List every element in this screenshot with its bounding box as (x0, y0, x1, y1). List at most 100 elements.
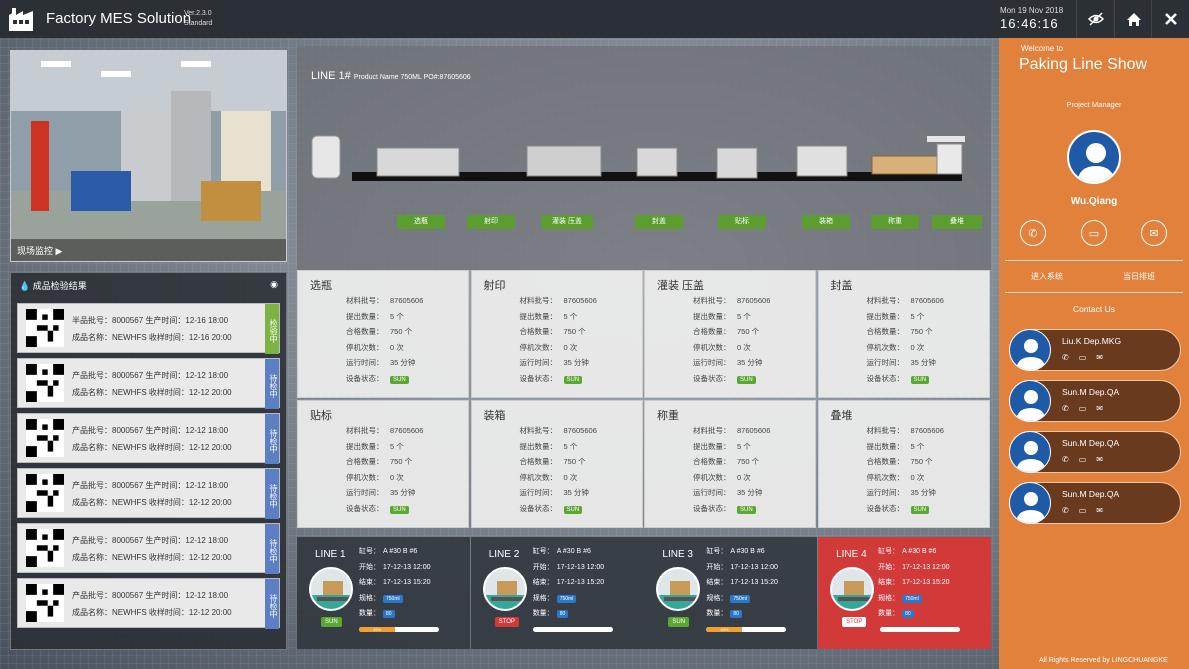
divider (1005, 260, 1183, 261)
close-button[interactable] (1151, 0, 1189, 38)
station-key: 运行时间： (346, 358, 384, 367)
stage-button[interactable]: 装箱 (802, 215, 850, 229)
station-row: 合格数量： 750 个 (346, 326, 412, 337)
line-key: 开始： (706, 563, 728, 571)
stage-button[interactable]: 封盖 (635, 215, 683, 229)
phone-icon[interactable]: ✆ (1062, 506, 1069, 515)
contact-card[interactable]: Liu.K Dep.MKG ✆ ▭ ✉ (1009, 329, 1181, 371)
station-key: 设备状态： (693, 503, 731, 513)
stage-button[interactable]: 灌装 压盖 (541, 215, 593, 229)
station-key: 设备状态： (519, 503, 558, 513)
mail-button[interactable]: ✉ (1141, 220, 1167, 246)
daily-schedule-link[interactable]: 当日排班 (1123, 271, 1155, 282)
line-key: 缸号： (359, 548, 380, 555)
station-row: 合格数量： 750 个 (520, 326, 586, 337)
line-row: 开始： 17-12-13 12:00 (706, 562, 777, 572)
station-value: 0 次 (390, 472, 404, 482)
stage-button[interactable]: 贴标 (718, 215, 766, 229)
inspection-card[interactable]: 半品批号：8000567 生产时间：12-16 18:00 成品名称：NEWHF… (17, 303, 280, 354)
home-button[interactable] (1114, 0, 1152, 38)
station-key: 材料批号： (346, 296, 384, 305)
phone-icon[interactable]: ✆ (1062, 455, 1069, 464)
site-monitor-video[interactable]: 现场监控 ▶ (10, 50, 287, 262)
contact-card[interactable]: Sun.M Dep.QA ✆ ▭ ✉ (1009, 482, 1181, 524)
chat-icon: ▭ (1088, 227, 1100, 240)
line1-name: LINE 1# (311, 70, 351, 82)
call-button[interactable]: ✆ (1020, 220, 1046, 246)
mail-icon[interactable]: ✉ (1096, 506, 1103, 515)
status-badge: SUN (390, 375, 409, 384)
progress-fill: 45% (706, 627, 743, 632)
right-panel: Welcome to Paking Line Show Project Mana… (999, 38, 1189, 669)
chat-button[interactable]: ▭ (1081, 220, 1107, 246)
line-name: LINE 1 (315, 549, 346, 560)
date-text: Mon 19 Nov 2018 (1000, 6, 1064, 15)
mail-icon[interactable]: ✉ (1096, 404, 1103, 413)
station-key: 材料批号： (346, 426, 384, 435)
station-card[interactable]: 选瓶 材料批号： 87605606 提出数量： 5 个合格数量： 750 个停机次数： 0 … (297, 270, 469, 398)
station-card[interactable]: 称重 材料批号： 87605606 提出数量： 5 个合格数量： 750 个停机次数： 0 … (644, 400, 816, 528)
station-value: 35 分钟 (910, 358, 936, 367)
line-value: 17-12-13 15:20 (902, 579, 950, 586)
stage-button[interactable]: 射印 (467, 215, 515, 229)
inspection-card[interactable]: 产品批号：8000567 生产时间：12-12 18:00 成品名称：NEWHF… (17, 468, 280, 519)
station-name: 灌装 压盖 (657, 280, 705, 292)
phone-icon: ✆ (1028, 227, 1038, 240)
station-name: 叠堆 (830, 410, 853, 422)
phone-icon[interactable]: ✆ (1062, 404, 1069, 413)
station-value: 35 分钟 (563, 488, 589, 497)
card-line-2: 成品名称：NEWHFS 收样时间：12-12 20:00 (72, 388, 232, 397)
line-pill: 80 (902, 610, 914, 618)
station-value: 5 个 (737, 311, 751, 321)
line-key: 规格： (359, 594, 380, 602)
station-row: 停机次数： 0 次 (867, 342, 925, 353)
mail-icon[interactable]: ✉ (1096, 455, 1103, 464)
station-key: 运行时间： (866, 358, 905, 367)
chat-icon[interactable]: ▭ (1079, 506, 1087, 515)
line-card[interactable]: LINE 1 SUN 缸号： A #30 B #6 开始： 17-12-13 12:00… (297, 537, 470, 649)
line-card[interactable]: LINE 4 STOP 缸号： A #30 B #6 开始： 17-12-13 12:0… (818, 537, 992, 649)
line-key: 缸号： (532, 548, 554, 555)
station-card[interactable]: 射印 材料批号： 87605606 提出数量： 5 个合格数量： 750 个停机次数： 0 … (470, 270, 643, 398)
stage-button[interactable]: 选瓶 (397, 215, 445, 229)
chat-icon[interactable]: ▭ (1079, 455, 1087, 464)
line-card[interactable]: LINE 3 SUN 缸号： A #30 B #6 开始： 17-12-13 12:00… (644, 537, 818, 649)
enter-system-link[interactable]: 进入系统 (1031, 271, 1063, 282)
chat-icon[interactable]: ▭ (1079, 404, 1087, 413)
station-value: 87605606 (737, 296, 771, 305)
contact-card[interactable]: Sun.M Dep.QA ✆ ▭ ✉ (1009, 431, 1181, 473)
inspection-card[interactable]: 产品批号：8000567 生产时间：12-12 18:00 成品名称：NEWHF… (17, 413, 280, 464)
visibility-eye-icon[interactable]: ◉ (270, 279, 278, 289)
status-badge: SUN (737, 505, 756, 514)
station-key: 合格数量： (519, 327, 558, 336)
chat-icon[interactable]: ▭ (1079, 353, 1087, 362)
station-card[interactable]: 叠堆 材料批号： 87605606 提出数量： 5 个合格数量： 750 个停机次数： 0 … (817, 400, 990, 528)
inspection-card[interactable]: 产品批号：8000567 生产时间：12-12 18:00 成品名称：NEWHF… (17, 523, 280, 574)
station-row: 设备状态： SUN (693, 373, 756, 384)
station-card[interactable]: 贴标 材料批号： 87605606 提出数量： 5 个合格数量： 750 个停机次数： 0 … (297, 400, 469, 528)
footer-text: All Rights Reserved by LINGCHUANGKE (1039, 657, 1168, 664)
station-card[interactable]: 灌装 压盖 材料批号： 87605606 提出数量： 5 个合格数量： 750 个停机次数… (644, 270, 816, 398)
line-card[interactable]: LINE 2 STOP 缸号： A #30 B #6 开始： 17-12-13 12:0… (470, 537, 644, 649)
station-key: 合格数量： (346, 457, 384, 466)
station-row: 运行时间： 35 分钟 (346, 487, 415, 498)
stage-button[interactable]: 称重 (871, 215, 919, 229)
eye-button[interactable] (1076, 0, 1114, 38)
phone-icon[interactable]: ✆ (1062, 353, 1069, 362)
status-tag: 检验中 (265, 304, 279, 354)
inspection-card[interactable]: 产品批号：8000567 生产时间：12-12 18:00 成品名称：NEWHF… (17, 578, 280, 629)
line-key: 数量： (878, 610, 900, 617)
station-card[interactable]: 装箱 材料批号： 87605606 提出数量： 5 个合格数量： 750 个停机次数： 0 … (470, 400, 643, 528)
stage-button[interactable]: 叠堆 (932, 215, 982, 229)
inspection-card[interactable]: 产品批号：8000567 生产时间：12-12 18:00 成品名称：NEWHF… (17, 358, 280, 409)
line-row: 规格： 750ml (359, 593, 403, 603)
station-card[interactable]: 封盖 材料批号： 87605606 提出数量： 5 个合格数量： 750 个停机次数： 0 … (817, 270, 990, 398)
station-row: 合格数量： 750 个 (346, 456, 412, 467)
qr-code-icon (26, 364, 64, 402)
card-line-2: 成品名称：NEWHFS 收样时间：12-16 20:00 (72, 333, 232, 342)
mail-icon[interactable]: ✉ (1096, 353, 1103, 362)
contact-card[interactable]: Sun.M Dep.QA ✆ ▭ ✉ (1009, 380, 1181, 422)
line-key: 开始： (532, 563, 554, 571)
station-key: 停机次数： (346, 342, 384, 352)
station-row: 运行时间： 35 分钟 (520, 357, 589, 368)
